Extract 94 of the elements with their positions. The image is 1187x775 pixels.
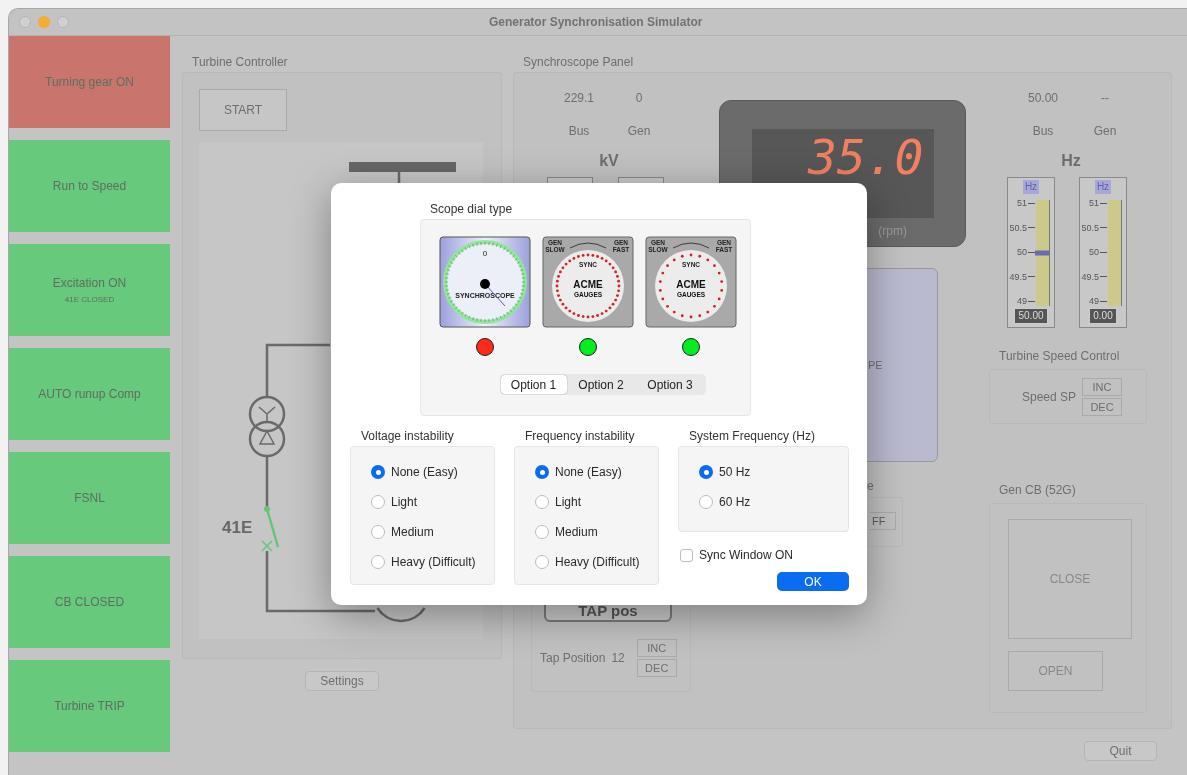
radio-option[interactable]: None (Easy) — [371, 457, 494, 487]
gauge-tick: 49.5 — [1009, 271, 1027, 282]
step-button[interactable]: Excitation ON 41E CLOSED — [9, 244, 170, 336]
gauge-unit: Hz — [1094, 180, 1112, 194]
hz-label: Gen — [1092, 123, 1118, 140]
segment-option[interactable]: Option 2 — [566, 375, 636, 394]
speed-sp-label: Speed SP — [1022, 388, 1077, 406]
button-sublabel: 41E CLOSED — [64, 294, 115, 306]
circuit-line — [265, 343, 330, 398]
window-title: Generator Synchronisation Simulator — [489, 14, 703, 31]
kv-value: 0 — [634, 90, 644, 107]
section-title: Synchroscope Panel — [523, 55, 635, 69]
quit-button[interactable]: Quit — [1084, 741, 1157, 761]
kv-value: 229.1 — [563, 90, 595, 107]
section-title: Turbine Controller — [192, 55, 289, 69]
dial-label: ACME — [675, 279, 706, 290]
radio-option[interactable]: Light — [371, 487, 494, 517]
kv-label: Gen — [626, 123, 652, 140]
hz-value: -- — [1100, 90, 1110, 107]
step-button[interactable]: Turbine TRIP — [9, 660, 170, 752]
gauge-tick: 51 — [1089, 198, 1099, 208]
switch-label: 41E — [222, 518, 253, 537]
hz-label: Bus — [1031, 123, 1055, 140]
radio-button[interactable] — [535, 525, 549, 539]
dial-label: PE — [868, 357, 883, 373]
section-title: Turbine Speed Control — [999, 348, 1121, 365]
gauge-tick: 50 — [1017, 247, 1027, 257]
close-icon[interactable] — [19, 16, 31, 28]
gauge-tick: 50.5 — [1009, 222, 1027, 233]
radio-button[interactable] — [371, 525, 385, 539]
group-title: Scope dial type — [430, 202, 514, 216]
section-title: Gen CB (52G) — [999, 482, 1077, 499]
transformer-icon — [248, 395, 286, 458]
switch-icon — [261, 506, 280, 552]
panel-title: e — [867, 479, 875, 493]
gauge-tick: 51 — [1017, 198, 1027, 208]
kv-label: Bus — [567, 123, 591, 140]
hz-value: 50.00 — [1027, 90, 1059, 107]
radio-button[interactable] — [699, 495, 713, 509]
start-button[interactable]: START — [199, 89, 287, 131]
gauge-tick: 50.5 — [1081, 222, 1099, 233]
gauge-tick: 49 — [1089, 296, 1099, 306]
radio-button[interactable] — [371, 465, 385, 479]
radio-button[interactable] — [535, 555, 549, 569]
gauge-readout: 0.00 — [1089, 308, 1117, 324]
ok-button[interactable]: OK — [777, 572, 849, 591]
radio-option[interactable]: 50 Hz — [699, 457, 848, 487]
hz-unit: Hz — [1060, 151, 1082, 171]
gauge-readout: 50.00 — [1014, 308, 1048, 324]
gauge-tick: 49.5 — [1081, 271, 1099, 282]
radio-option[interactable]: 60 Hz — [699, 487, 848, 517]
radio-option[interactable]: Light — [535, 487, 658, 517]
step-button[interactable]: DEC — [1082, 397, 1123, 416]
generator-arc — [376, 607, 426, 623]
circuit-line — [265, 456, 269, 508]
radio-option[interactable]: None (Easy) — [535, 457, 658, 487]
gauge-unit: Hz — [1022, 180, 1040, 194]
radio-button[interactable] — [371, 495, 385, 509]
dial-label: ACME — [572, 279, 603, 290]
zoom-icon[interactable] — [57, 16, 69, 28]
group-title: Voltage instability — [361, 429, 455, 443]
settings-button[interactable]: Settings — [305, 671, 379, 691]
radio-option[interactable]: Heavy (Difficult) — [535, 547, 658, 577]
step-button[interactable]: AUTO runup Comp — [9, 348, 170, 440]
radio-option[interactable]: Heavy (Difficult) — [371, 547, 494, 577]
minimize-icon[interactable] — [38, 16, 50, 28]
speed-reading: 35.0 — [807, 134, 924, 180]
group-title: System Frequency (Hz) — [689, 429, 817, 443]
radio-button[interactable] — [535, 495, 549, 509]
checkbox-option[interactable]: Sync Window ON — [680, 546, 849, 564]
tap-position-value: 12 — [611, 650, 625, 667]
step-button[interactable]: DEC — [636, 659, 677, 677]
radio-option[interactable]: Medium — [535, 517, 658, 547]
group-title: Frequency instability — [525, 429, 636, 443]
step-button[interactable]: FSNL — [9, 452, 170, 544]
close-breaker-button[interactable]: CLOSE — [1008, 519, 1132, 639]
step-button[interactable]: CB CLOSED — [9, 556, 170, 648]
tap-position-label: Tap Position — [540, 650, 606, 667]
open-breaker-button[interactable]: OPEN — [1008, 651, 1103, 691]
kv-unit: kV — [598, 151, 620, 171]
radio-button[interactable] — [371, 555, 385, 569]
gauge-tick: 49 — [1017, 296, 1027, 306]
dial-label: 0 — [482, 249, 487, 258]
segment-option[interactable]: Option 1 — [500, 375, 567, 394]
off-button[interactable]: FF — [870, 512, 897, 530]
radio-option[interactable]: Medium — [371, 517, 494, 547]
gauge-tick: 50 — [1089, 247, 1099, 257]
segment-option[interactable]: Option 3 — [635, 375, 705, 394]
step-button[interactable]: INC — [636, 639, 677, 657]
checkbox[interactable] — [680, 548, 693, 562]
radio-button[interactable] — [535, 465, 549, 479]
step-button[interactable]: Run to Speed — [9, 140, 170, 232]
radio-button[interactable] — [699, 465, 713, 479]
step-button[interactable]: INC — [1082, 377, 1123, 396]
